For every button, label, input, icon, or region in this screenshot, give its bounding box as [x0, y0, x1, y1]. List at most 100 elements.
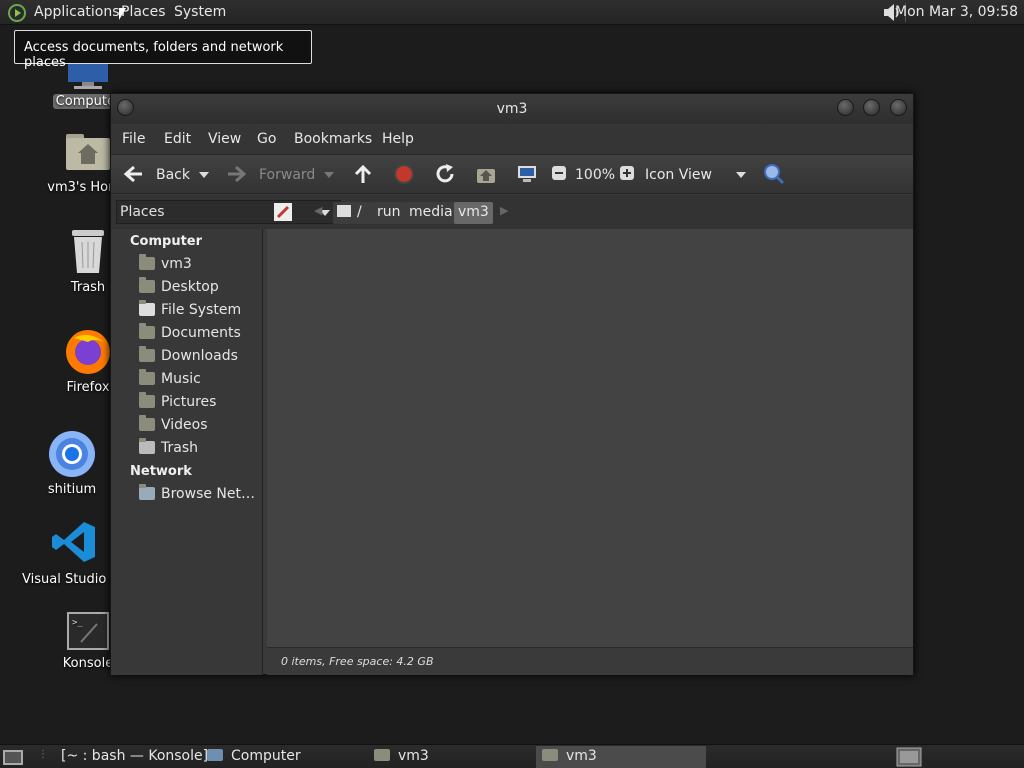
sidebar-item-label: Documents	[161, 325, 241, 341]
view-mode-select[interactable]: Icon View	[645, 167, 712, 183]
home-icon[interactable]	[475, 163, 497, 185]
view-mode-chevron-down-icon[interactable]	[736, 172, 746, 178]
menubar: File Edit View Go Bookmarks Help	[111, 124, 913, 154]
file-manager-window: vm3 File Edit View Go Bookmarks Help Bac…	[110, 93, 914, 675]
desktop-icon-label: Konsole	[62, 656, 114, 671]
sidebar-item-file-system[interactable]: File System	[139, 300, 242, 322]
sidebar-heading-network: Network	[130, 464, 192, 479]
folder-icon	[374, 749, 390, 761]
zoom-out-icon[interactable]	[551, 165, 567, 181]
zoom-in-icon[interactable]	[619, 165, 635, 181]
up-arrow-icon[interactable]	[352, 163, 374, 185]
file-view-area[interactable]	[267, 229, 913, 647]
forward-history-chevron-down-icon[interactable]	[324, 172, 334, 178]
filesystem-icon	[337, 205, 351, 217]
location-bar: Places ✕ ◀ / run media vm3 ▶	[111, 195, 913, 229]
mouse-cursor-icon	[119, 8, 126, 20]
menu-view[interactable]: View	[208, 131, 241, 147]
forward-arrow-icon	[228, 165, 247, 183]
sidebar-item-desktop[interactable]: Desktop	[139, 277, 219, 299]
show-desktop-icon[interactable]	[3, 748, 23, 765]
workspace-switcher-icon[interactable]	[896, 747, 922, 767]
menu-go[interactable]: Go	[257, 131, 276, 147]
back-arrow-icon[interactable]	[122, 163, 144, 185]
videos-folder-icon	[139, 415, 155, 431]
sidebar-item-trash[interactable]: Trash	[139, 438, 198, 460]
sidebar-item-browse-network[interactable]: Browse Net…	[139, 484, 255, 506]
computer-icon	[64, 60, 112, 90]
breadcrumb-right-arrow-icon[interactable]: ▶	[500, 204, 508, 217]
sidebar-item-music[interactable]: Music	[139, 369, 201, 391]
breadcrumb-media[interactable]: media	[405, 202, 457, 224]
network-icon	[139, 484, 155, 500]
breadcrumb-root[interactable]: /	[333, 202, 373, 224]
sidebar-item-downloads[interactable]: Downloads	[139, 346, 238, 368]
applications-menu[interactable]: Applications	[34, 4, 120, 20]
computer-icon[interactable]	[516, 163, 538, 185]
taskbar-item-label: vm3	[566, 748, 597, 764]
edit-location-icon[interactable]	[273, 202, 293, 222]
sidebar-item-label: File System	[161, 302, 242, 318]
places-menu[interactable]: Places	[121, 4, 166, 20]
search-icon[interactable]	[763, 163, 785, 185]
sidebar-places-select[interactable]: Places	[116, 200, 341, 224]
sidebar-item-label: Downloads	[161, 348, 238, 364]
sidebar-item-pictures[interactable]: Pictures	[139, 392, 217, 414]
breadcrumb-run[interactable]: run	[373, 202, 405, 224]
status-text: 0 items, Free space: 4.2 GB	[281, 655, 434, 668]
music-folder-icon	[139, 369, 155, 385]
taskbar-item-vm3-1[interactable]: vm3	[368, 746, 435, 768]
places-sidebar: Computer vm3 Desktop File System Documen…	[111, 229, 263, 675]
vscode-icon	[51, 520, 99, 568]
sidebar-item-label: Music	[161, 371, 201, 387]
taskbar-item-label: vm3	[398, 748, 429, 764]
sidebar-item-videos[interactable]: Videos	[139, 415, 208, 437]
applications-logo-icon[interactable]	[8, 4, 26, 22]
top-panel: Applications Places System Mon Mar 3, 09…	[0, 0, 1024, 25]
stop-icon[interactable]	[393, 163, 415, 185]
desktop-icon-shitium[interactable]: shitium	[27, 430, 117, 497]
places-select-label: Places	[120, 204, 165, 220]
menu-help[interactable]: Help	[382, 131, 414, 147]
documents-folder-icon	[139, 323, 155, 339]
downloads-folder-icon	[139, 346, 155, 362]
pictures-folder-icon	[139, 392, 155, 408]
sidebar-item-label: Pictures	[161, 394, 217, 410]
back-button[interactable]: Back	[156, 167, 190, 183]
menu-edit[interactable]: Edit	[164, 131, 191, 147]
minimize-button[interactable]	[837, 99, 854, 116]
zoom-level[interactable]: 100%	[575, 167, 615, 183]
sidebar-item-vm3[interactable]: vm3	[139, 254, 192, 276]
terminal-icon: >_	[64, 612, 112, 652]
menu-file[interactable]: File	[122, 131, 145, 147]
filesystem-icon	[139, 300, 155, 316]
home-folder-icon	[139, 254, 155, 270]
sidebar-item-label: Videos	[161, 417, 208, 433]
breadcrumb-left-arrow-icon[interactable]: ◀	[314, 204, 322, 217]
sidebar-item-label: Desktop	[161, 279, 219, 295]
close-button[interactable]	[890, 99, 907, 116]
chromium-icon	[48, 430, 96, 478]
forward-button[interactable]: Forward	[259, 167, 315, 183]
taskbar-item-label: Computer	[231, 748, 301, 764]
window-titlebar[interactable]: vm3	[111, 94, 913, 124]
desktop-icon-label: Firefox	[66, 380, 110, 395]
taskbar-item-vm3-2[interactable]: vm3	[536, 746, 706, 768]
taskbar-item-computer[interactable]: Computer	[201, 746, 307, 768]
menu-bookmarks[interactable]: Bookmarks	[294, 131, 372, 147]
back-history-chevron-down-icon[interactable]	[199, 172, 209, 178]
firefox-icon	[64, 328, 112, 376]
places-tooltip: Access documents, folders and network pl…	[14, 30, 312, 70]
desktop-icon-label: Trash	[70, 280, 106, 295]
breadcrumb-vm3[interactable]: vm3	[454, 202, 493, 224]
sidebar-item-documents[interactable]: Documents	[139, 323, 241, 345]
taskbar-item-label: [~ : bash — Konsole]	[61, 748, 209, 764]
reload-icon[interactable]	[434, 163, 456, 185]
maximize-button[interactable]	[863, 99, 880, 116]
taskbar-item-konsole[interactable]: [~ : bash — Konsole]	[55, 746, 214, 768]
trash-icon	[139, 438, 155, 454]
system-menu[interactable]: System	[174, 4, 226, 20]
bottom-taskbar: ⋮ [~ : bash — Konsole] Computer vm3 vm3	[0, 744, 1024, 768]
computer-icon	[207, 749, 223, 761]
clock[interactable]: Mon Mar 3, 09:58	[895, 4, 1018, 20]
